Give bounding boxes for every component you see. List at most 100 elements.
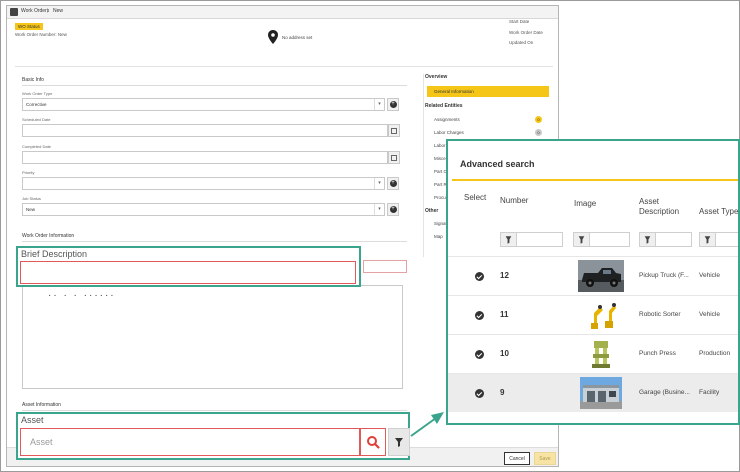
asset-description: Pickup Truck (F... <box>639 272 689 279</box>
table-row[interactable]: 10 Punch Press Production <box>448 334 738 373</box>
asset-search-button[interactable] <box>360 428 386 456</box>
nav-item-general-information[interactable]: General Information <box>427 86 549 97</box>
priority-select[interactable]: ▾ <box>22 177 385 190</box>
nav-related-entities-heading: Related Entities <box>425 103 463 109</box>
section-divider <box>22 410 407 411</box>
table-row[interactable]: 9 Garage (Busine... Facility <box>448 373 738 412</box>
assignments-count-badge: 0 <box>535 116 542 123</box>
scheduled-date-picker-button[interactable] <box>388 124 400 137</box>
breadcrumb-separator: | <box>47 8 49 14</box>
chevron-down-icon[interactable]: ▾ <box>374 204 384 215</box>
asset-description: Garage (Busine... <box>639 389 690 396</box>
brief-description-callout: Brief Description <box>16 246 361 287</box>
asset-number: 12 <box>500 271 509 280</box>
filter-icon[interactable] <box>501 233 517 246</box>
check-icon[interactable] <box>475 272 484 281</box>
plus-icon: + <box>389 206 397 213</box>
nav-item-part-charges[interactable]: Part C <box>434 169 447 174</box>
brief-description-input-edge[interactable] <box>363 260 407 273</box>
asset-number: 10 <box>500 349 509 358</box>
asset-description: Punch Press <box>639 350 676 357</box>
asset-type: Vehicle <box>699 272 720 279</box>
brief-description-title: Brief Description <box>21 249 88 259</box>
chevron-down-icon[interactable]: ▾ <box>374 99 384 110</box>
basic-info-heading: Basic Info <box>22 77 44 83</box>
calendar-icon <box>391 155 397 161</box>
calendar-icon <box>391 128 397 134</box>
chevron-down-icon[interactable]: ▾ <box>374 178 384 189</box>
filter-icon[interactable] <box>640 233 656 246</box>
image-filter[interactable] <box>573 232 630 247</box>
asset-advanced-search-button[interactable] <box>388 428 410 456</box>
work-order-number: Work Order Number: New <box>15 32 67 37</box>
check-icon[interactable] <box>475 311 484 320</box>
number-filter[interactable] <box>500 232 563 247</box>
robotic-arm-image <box>588 299 618 331</box>
plus-icon: + <box>389 180 397 187</box>
title-bar: Work Orders | New <box>7 6 558 19</box>
textarea-toolbar-ghost: ·· · · ······ <box>48 290 116 301</box>
nav-item-assignments[interactable]: Assignments <box>434 117 460 122</box>
nav-overview-heading: Overview <box>425 74 448 80</box>
add-job-status-button[interactable]: + <box>387 203 399 216</box>
table-row[interactable]: 11 Robotic Sorter Vehicle <box>448 295 738 334</box>
job-status-select[interactable]: New ▾ <box>22 203 385 216</box>
start-date-label: Start Date <box>509 19 530 24</box>
add-priority-button[interactable]: + <box>387 177 399 190</box>
column-header-image: Image <box>574 199 597 208</box>
asset-title: Asset <box>21 415 44 425</box>
asset-description-filter[interactable] <box>639 232 692 247</box>
search-icon <box>367 436 380 449</box>
completed-date-label: Completed Date <box>22 144 51 149</box>
completed-date-picker-button[interactable] <box>388 151 400 164</box>
asset-information-heading: Asset Information <box>22 402 61 408</box>
column-header-asset-description[interactable]: Asset Description <box>639 197 694 217</box>
asset-type-filter[interactable] <box>699 232 738 247</box>
work-order-type-value: Corrective <box>26 102 47 107</box>
completed-date-input[interactable] <box>22 151 388 164</box>
column-header-number[interactable]: Number <box>500 196 528 206</box>
filter-icon[interactable] <box>700 233 716 246</box>
work-order-date-label: Work Order Date <box>509 30 543 35</box>
map-pin-icon <box>268 30 278 44</box>
scheduled-date-input[interactable] <box>22 124 388 137</box>
nav-item-map[interactable]: Map <box>434 234 443 239</box>
nav-item-part-requests[interactable]: Part R <box>434 182 447 187</box>
priority-label: Priority <box>22 170 35 175</box>
punch-press-image <box>589 338 613 370</box>
table-row[interactable]: 12 Pickup Truck (F... Vehicle <box>448 256 738 295</box>
asset-input[interactable]: Asset <box>20 428 360 456</box>
plus-icon: + <box>389 101 397 108</box>
job-status-value: New <box>26 207 36 212</box>
breadcrumb-current: New <box>53 8 64 14</box>
nav-item-labor[interactable]: Labor <box>434 143 446 148</box>
garage-building-image <box>580 377 622 409</box>
header-divider <box>15 66 553 67</box>
asset-type: Production <box>699 350 731 357</box>
scheduled-date-label: Scheduled Date <box>22 117 51 122</box>
add-work-order-type-button[interactable]: + <box>387 98 399 111</box>
filter-icon <box>395 438 403 447</box>
section-divider <box>22 241 407 242</box>
updated-on-label: Updated On <box>509 40 534 45</box>
work-order-information-heading: Work Order Information <box>22 233 75 239</box>
asset-number: 11 <box>500 310 509 319</box>
work-order-type-select[interactable]: Corrective ▾ <box>22 98 385 111</box>
labor-charges-count-badge: 0 <box>535 129 542 136</box>
asset-type: Vehicle <box>699 311 720 318</box>
breadcrumb-work-orders[interactable]: Work Orders <box>21 8 49 14</box>
column-header-asset-type[interactable]: Asset Type <box>699 207 738 217</box>
advanced-search-title-rule <box>452 179 738 181</box>
cancel-button[interactable]: Cancel <box>504 452 530 465</box>
brief-description-input[interactable] <box>20 261 356 284</box>
long-description-textarea[interactable]: ·· · · ······ <box>22 285 403 389</box>
check-icon[interactable] <box>475 350 484 359</box>
nav-item-labor-charges[interactable]: Labor Charges <box>434 130 464 135</box>
filter-icon[interactable] <box>574 233 590 246</box>
asset-description: Robotic Sorter <box>639 311 681 318</box>
nav-item-misc[interactable]: Misce <box>434 156 446 161</box>
check-icon[interactable] <box>475 389 484 398</box>
app-icon <box>10 8 18 16</box>
save-button[interactable]: Save <box>534 452 556 465</box>
job-status-label: Job Status <box>22 196 41 201</box>
